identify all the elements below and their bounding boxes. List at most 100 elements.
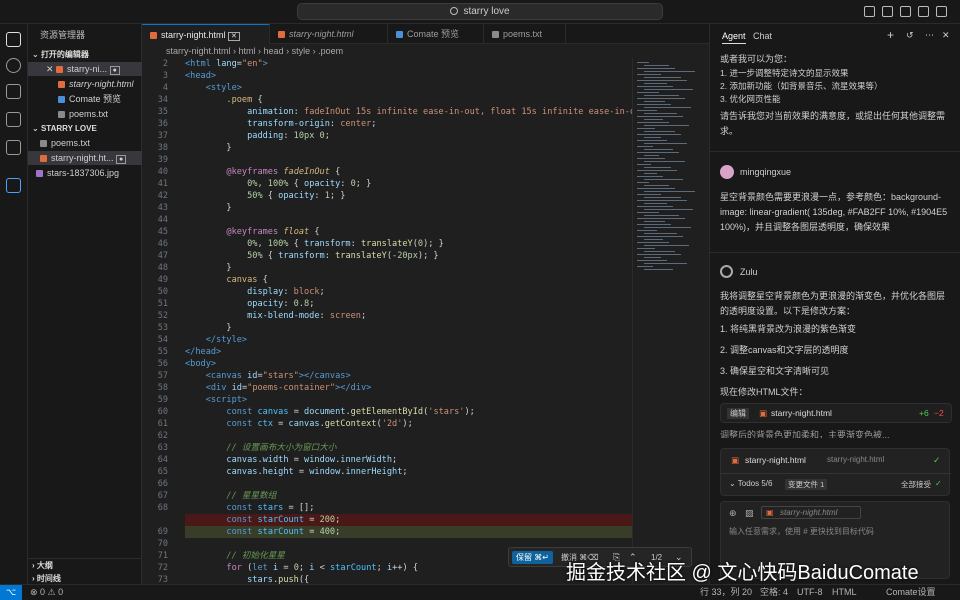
- outline-section[interactable]: › 大纲: [28, 558, 142, 572]
- code-line[interactable]: const starCount = 400;: [185, 526, 340, 538]
- translate-icon[interactable]: [918, 6, 929, 17]
- file-item[interactable]: starry-night.ht... ●: [28, 151, 142, 165]
- code-line[interactable]: padding: 10px 0;: [185, 130, 330, 142]
- code-line[interactable]: </style>: [185, 334, 247, 346]
- code-line[interactable]: @keyframes fadeInOut {: [185, 166, 340, 178]
- panel-toggle-icon[interactable]: [900, 6, 911, 17]
- close-icon[interactable]: ✕: [942, 29, 950, 42]
- cursor-position[interactable]: 行 33，列 20: [700, 585, 752, 600]
- code-line[interactable]: 50% { opacity: 1; }: [185, 190, 345, 202]
- code-line[interactable]: const starCount = 200;: [185, 514, 340, 526]
- code-line[interactable]: <div id="poems-container"></div>: [185, 382, 372, 394]
- file-item[interactable]: poems.txt: [28, 136, 142, 150]
- tab-chat[interactable]: Chat: [753, 30, 772, 43]
- file-item[interactable]: stars-1837306.jpg: [28, 166, 142, 180]
- code-line[interactable]: @keyframes float {: [185, 226, 319, 238]
- tab-starry-night[interactable]: starry-night.html ✕: [142, 24, 270, 44]
- code-line[interactable]: <style>: [185, 82, 242, 94]
- run-debug-icon[interactable]: [6, 112, 21, 127]
- extensions-icon[interactable]: [6, 140, 21, 155]
- minimap-line: [637, 92, 659, 93]
- code-line[interactable]: for (let i = 0; i < starCount; i++) {: [185, 562, 418, 574]
- code-line[interactable]: <canvas id="stars"></canvas>: [185, 370, 351, 382]
- add-icon[interactable]: +: [887, 29, 894, 42]
- tab-poems[interactable]: poems.txt: [484, 24, 566, 44]
- line-number: 73: [157, 575, 168, 584]
- breadcrumb[interactable]: starry-night.html › html › head › style …: [142, 44, 709, 58]
- code-line[interactable]: }: [185, 202, 231, 214]
- layout-icon[interactable]: [864, 6, 875, 17]
- context-file-chip[interactable]: ▣ starry-night.html: [761, 506, 861, 519]
- encoding[interactable]: UTF-8: [797, 585, 823, 600]
- add-context-icon[interactable]: ⊕: [729, 508, 737, 519]
- account-icon[interactable]: [936, 6, 947, 17]
- code-line[interactable]: animation: fadeInOut 15s infinite ease-i…: [185, 106, 632, 118]
- search-icon[interactable]: [6, 58, 21, 73]
- code-line[interactable]: mix-blend-mode: screen;: [185, 310, 366, 322]
- code-line[interactable]: // 星星数组: [185, 490, 276, 502]
- open-editors-section[interactable]: ⌄ 打开的编辑器: [28, 48, 142, 62]
- code-line[interactable]: opacity: 0.8;: [185, 298, 314, 310]
- code-line[interactable]: <body>: [185, 358, 216, 370]
- open-editor-item[interactable]: Comate 预览: [28, 92, 142, 106]
- code-line[interactable]: }: [185, 322, 231, 334]
- code-line[interactable]: stars.push({: [185, 574, 309, 584]
- open-editor-item[interactable]: poems.txt: [28, 107, 142, 121]
- open-editor-item[interactable]: starry-night.html: [28, 77, 142, 91]
- command-search[interactable]: starry love: [297, 3, 663, 20]
- plan-2: 2. 调整canvas和文字层的透明度: [720, 345, 849, 355]
- code-line[interactable]: // 初始化星星: [185, 550, 285, 562]
- comate-icon[interactable]: [6, 178, 21, 193]
- code-line[interactable]: <script>: [185, 394, 247, 406]
- accept-all-button[interactable]: 全部接受: [901, 479, 931, 490]
- comate-settings[interactable]: Comate设置: [886, 585, 936, 600]
- line-number: 51: [157, 299, 168, 309]
- code-line[interactable]: }: [185, 142, 231, 154]
- code-line[interactable]: </head>: [185, 346, 221, 358]
- code-line[interactable]: display: block;: [185, 286, 325, 298]
- code-line[interactable]: const ctx = canvas.getContext('2d');: [185, 418, 412, 430]
- minimap-line: [644, 131, 675, 132]
- project-section[interactable]: ⌄ STARRY LOVE: [28, 122, 142, 136]
- code-line[interactable]: 50% { transform: translateY(-20px); }: [185, 250, 439, 262]
- line-number: 52: [157, 311, 168, 321]
- minimap[interactable]: [632, 58, 709, 584]
- changed-files-badge[interactable]: 变更文件 1: [785, 479, 828, 490]
- changed-file-name[interactable]: starry-night.html: [745, 455, 806, 465]
- tab-agent[interactable]: Agent: [722, 30, 746, 44]
- remote-icon[interactable]: ⌥: [0, 585, 22, 600]
- code-line[interactable]: 0%, 100% { transform: translateY(0); }: [185, 238, 444, 250]
- line-number: 65: [157, 467, 168, 477]
- more-icon[interactable]: ⋯: [925, 29, 934, 42]
- code-line[interactable]: <html lang="en">: [185, 58, 268, 70]
- source-control-icon[interactable]: [6, 84, 21, 99]
- code-editor[interactable]: 2 <html lang="en"> 3 <head> 4 <style> 34 .poe…: [142, 58, 632, 584]
- open-editor-item[interactable]: ✕ starry-ni... ●: [28, 62, 142, 76]
- language-mode[interactable]: HTML: [832, 585, 857, 600]
- close-icon[interactable]: ✕: [228, 32, 240, 41]
- code-line[interactable]: canvas.height = window.innerHeight;: [185, 466, 407, 478]
- image-icon[interactable]: ▨: [745, 508, 754, 519]
- line-number: 60: [157, 407, 168, 417]
- explorer-icon[interactable]: [6, 32, 21, 47]
- tab-comate-preview[interactable]: Comate 预览: [388, 24, 484, 44]
- edit-file-card[interactable]: 编辑 ▣ starry-night.html +6 −2: [720, 403, 952, 423]
- code-line[interactable]: const canvas = document.getElementById('…: [185, 406, 474, 418]
- history-icon[interactable]: ↺: [906, 29, 914, 42]
- tab-starry-night-preview[interactable]: starry-night.html: [270, 24, 388, 44]
- indent-setting[interactable]: 空格: 4: [760, 585, 788, 600]
- code-line[interactable]: canvas {: [185, 274, 267, 286]
- code-line[interactable]: }: [185, 262, 231, 274]
- code-line[interactable]: const stars = [];: [185, 502, 314, 514]
- code-line[interactable]: // 设置画布大小为窗口大小: [185, 442, 336, 454]
- code-line[interactable]: <head>: [185, 70, 216, 82]
- code-line[interactable]: .poem {: [185, 94, 262, 106]
- code-line[interactable]: transform-origin: center;: [185, 118, 376, 130]
- code-line[interactable]: 0%, 100% { opacity: 0; }: [185, 178, 371, 190]
- code-line[interactable]: canvas.width = window.innerWidth;: [185, 454, 397, 466]
- problems-count[interactable]: ⊗ 0 ⚠ 0: [30, 585, 63, 600]
- keep-button[interactable]: 保留 ⌘↵: [512, 551, 553, 564]
- sidebar-toggle-icon[interactable]: [882, 6, 893, 17]
- minimap-line: [644, 71, 695, 72]
- todos-toggle[interactable]: ⌄ Todos 5/6: [729, 479, 772, 488]
